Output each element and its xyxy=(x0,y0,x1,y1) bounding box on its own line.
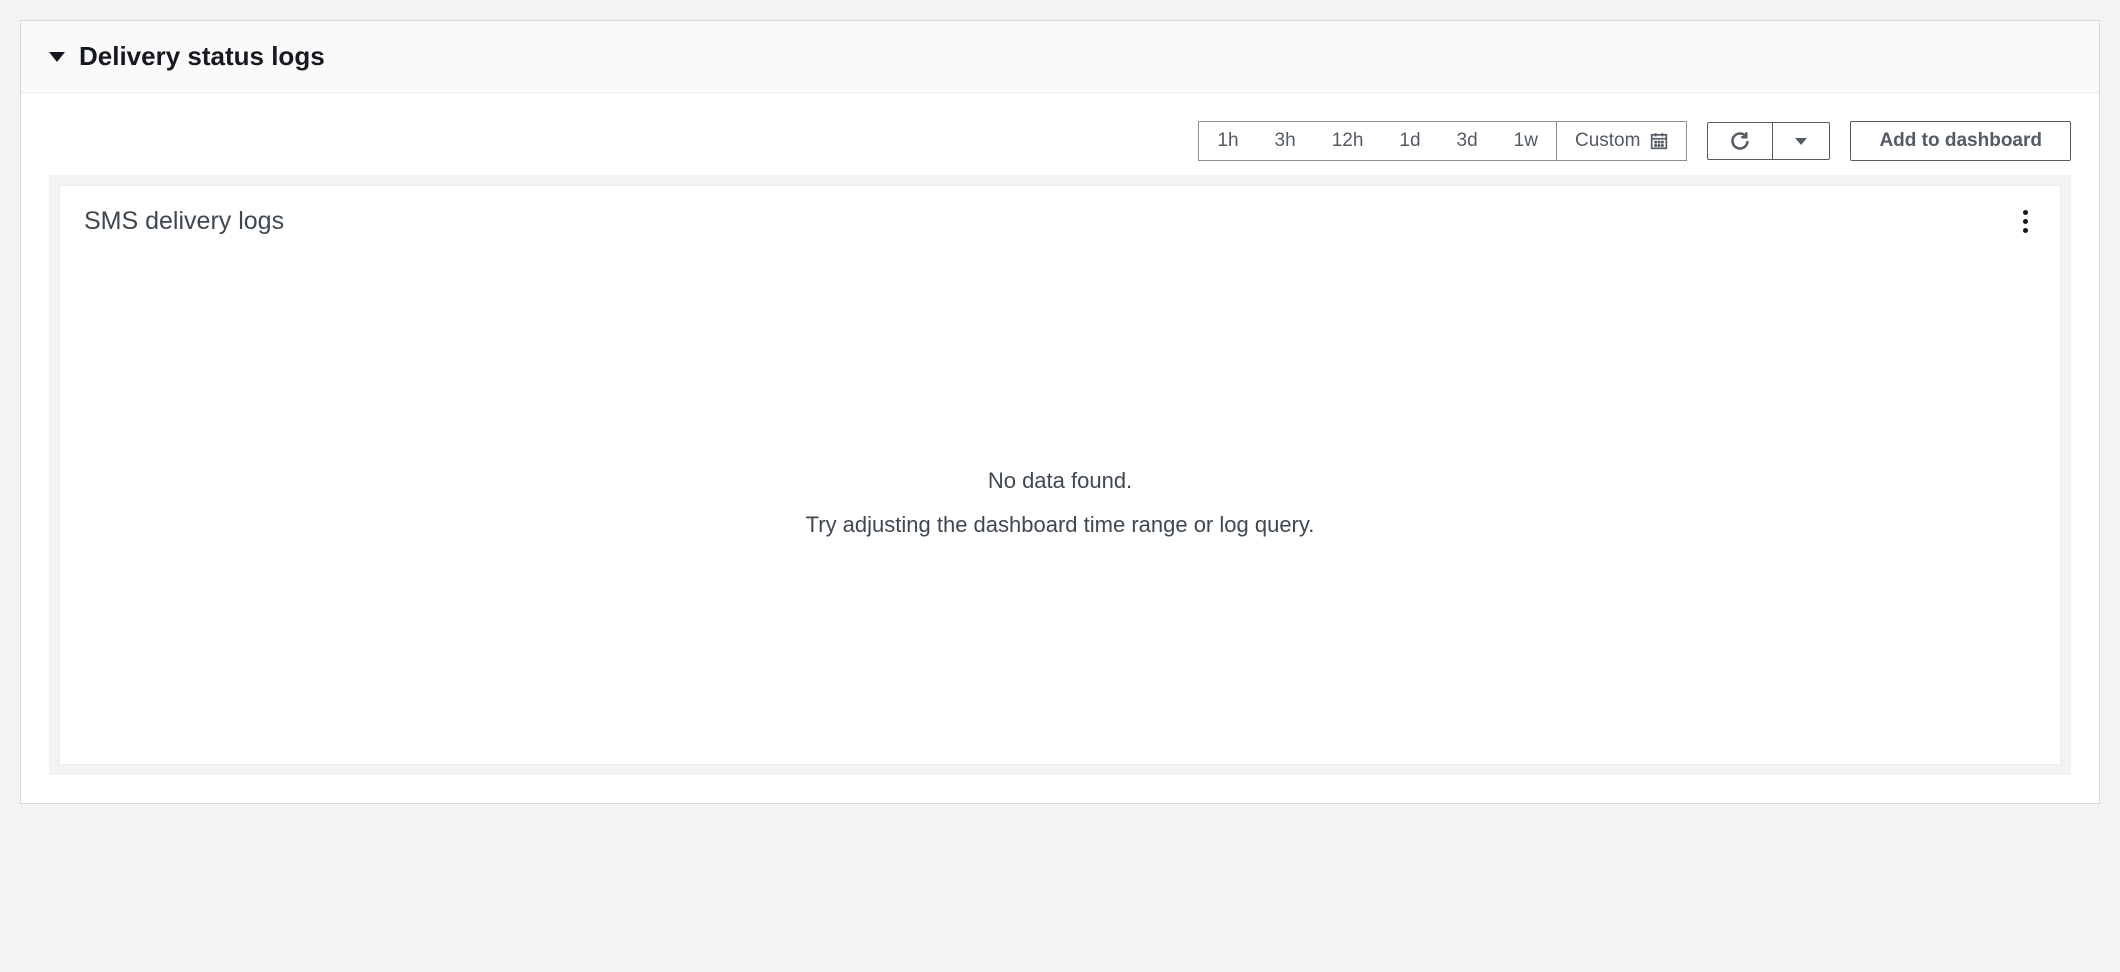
panel-body: 1h 3h 12h 1d 3d 1w Custom xyxy=(21,93,2099,803)
time-range-custom[interactable]: Custom xyxy=(1556,122,1686,160)
chart-options-menu[interactable] xyxy=(2015,206,2036,237)
time-range-1h[interactable]: 1h xyxy=(1199,122,1256,160)
kebab-icon xyxy=(2023,210,2028,215)
add-to-dashboard-button[interactable]: Add to dashboard xyxy=(1850,121,2071,161)
refresh-icon xyxy=(1730,131,1750,151)
time-range-3h[interactable]: 3h xyxy=(1257,122,1314,160)
refresh-button-group xyxy=(1707,122,1830,160)
chevron-down-icon xyxy=(1795,138,1807,145)
panel-header: Delivery status logs xyxy=(21,21,2099,93)
time-range-3d[interactable]: 3d xyxy=(1439,122,1496,160)
time-range-1w[interactable]: 1w xyxy=(1496,122,1556,160)
empty-state-title: No data found. xyxy=(988,468,1132,494)
sms-delivery-logs-card: SMS delivery logs No data found. Try adj… xyxy=(59,185,2061,765)
delivery-status-logs-panel: Delivery status logs 1h 3h 12h 1d 3d 1w … xyxy=(20,20,2100,804)
chart-container: SMS delivery logs No data found. Try adj… xyxy=(49,175,2071,775)
panel-title: Delivery status logs xyxy=(79,41,325,72)
time-range-1d[interactable]: 1d xyxy=(1381,122,1438,160)
refresh-options-dropdown[interactable] xyxy=(1773,122,1830,160)
refresh-button[interactable] xyxy=(1707,122,1773,160)
chart-header: SMS delivery logs xyxy=(60,186,2060,241)
custom-label: Custom xyxy=(1575,130,1640,152)
time-range-selector: 1h 3h 12h 1d 3d 1w Custom xyxy=(1198,121,1687,161)
calendar-icon xyxy=(1650,132,1668,150)
empty-state-hint: Try adjusting the dashboard time range o… xyxy=(806,512,1315,538)
kebab-icon xyxy=(2023,219,2028,224)
chart-title: SMS delivery logs xyxy=(84,207,284,236)
time-range-12h[interactable]: 12h xyxy=(1314,122,1382,160)
controls-row: 1h 3h 12h 1d 3d 1w Custom xyxy=(49,121,2071,161)
kebab-icon xyxy=(2023,228,2028,233)
collapse-toggle-icon[interactable] xyxy=(49,52,65,62)
chart-body: No data found. Try adjusting the dashboa… xyxy=(60,241,2060,764)
